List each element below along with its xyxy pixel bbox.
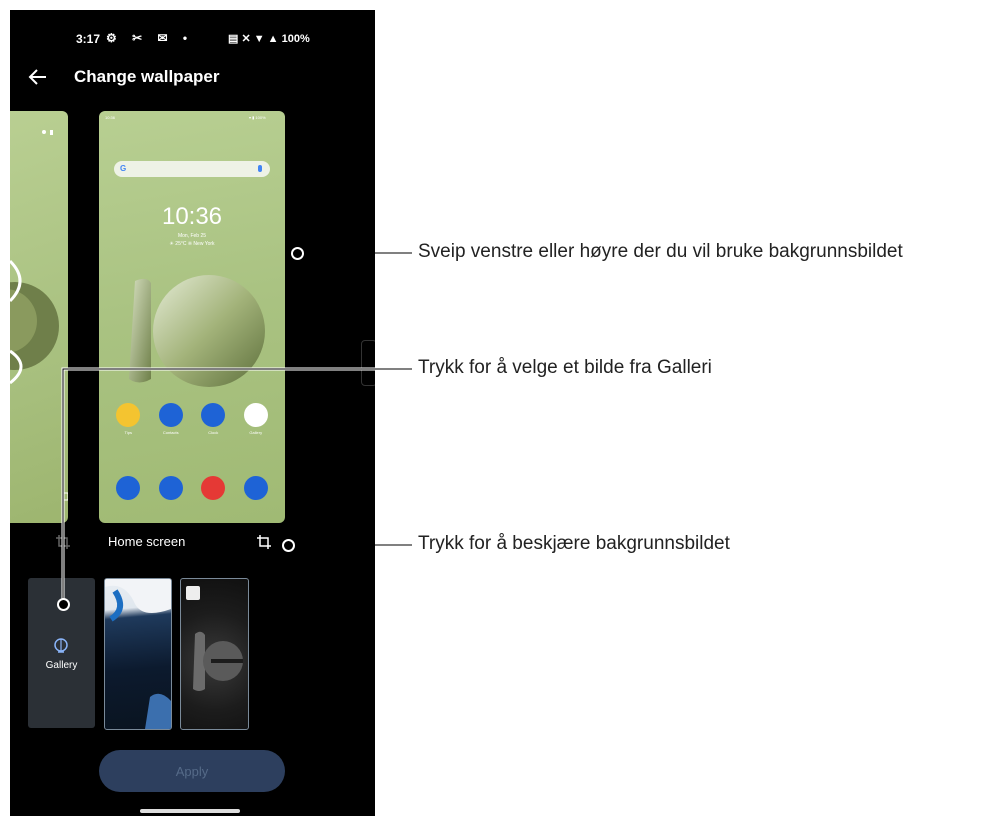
app-clock: Clock <box>197 403 229 435</box>
gallery-icon <box>54 638 68 653</box>
app-label: Gallery <box>249 430 263 435</box>
callout-crop: Trykk for å beskjære bakgrunnsbildet <box>418 533 730 554</box>
phone-screen: 3:17 ⚙ ✂ ✉ • ▤ ✕ ▼ ▲ 100% Change wallpap… <box>10 10 375 816</box>
weather-text: ☀ 25°C ❊ New York <box>169 241 215 247</box>
preview-controls: Home screen <box>10 534 375 554</box>
app-gallery: Gallery <box>240 403 272 435</box>
date-text: Mon, Feb 25 <box>177 233 207 239</box>
gallery-app-icon <box>243 403 268 427</box>
status-time: 3:17 <box>76 32 101 46</box>
app-row-1: Tips Contacts Clock Gallery <box>99 403 285 435</box>
gallery-label: Gallery <box>45 660 78 671</box>
next-card-edge <box>361 340 375 386</box>
system-icons: ▤ ✕ ▼ ▲ 100% <box>228 32 310 45</box>
app-contacts: Contacts <box>155 403 187 435</box>
app-label: Clock <box>208 430 219 435</box>
app-tips: Tips <box>112 403 144 435</box>
files-icon <box>158 476 183 500</box>
back-arrow-icon[interactable] <box>26 65 50 89</box>
wallpaper-art <box>129 275 265 387</box>
callout-dot <box>282 539 295 552</box>
live-wallpaper-icon <box>186 586 200 600</box>
navigation-handle[interactable] <box>140 809 240 813</box>
crop-icon[interactable] <box>256 534 272 550</box>
callout-dot <box>291 247 304 260</box>
status-bar: 3:17 ⚙ ✂ ✉ • ▤ ✕ ▼ ▲ 100% <box>10 30 375 50</box>
mic-icon <box>258 165 262 172</box>
mini-status-time: 10:36 <box>105 115 116 120</box>
clock-icon <box>201 403 226 427</box>
notification-icons: ⚙ ✂ ✉ • <box>106 31 194 45</box>
battery-level: 100% <box>281 33 310 45</box>
app-label: Tips <box>124 430 132 435</box>
callout-dot <box>57 598 70 611</box>
app-row-2 <box>99 476 285 500</box>
thumbnail-art <box>105 579 171 729</box>
mini-status-icons: ▾ ▮ 100% <box>249 115 266 120</box>
wallpaper-thumbnail[interactable] <box>104 578 172 730</box>
asus-app-icon <box>201 476 226 500</box>
callout-gallery: Trykk for å velge et bilde fra Galleri <box>418 357 712 378</box>
lightbulb-icon <box>116 403 141 427</box>
contacts-icon <box>158 403 183 427</box>
preview-label: Home screen <box>108 534 186 549</box>
home-screen-preview[interactable]: 10:36 ▾ ▮ 100% G 10:36 Mon, Feb 25 ☀ 25°… <box>99 111 285 523</box>
app-label: Contacts <box>162 430 179 435</box>
camera-icon <box>243 476 268 500</box>
live-wallpaper-thumbnail[interactable] <box>180 578 249 730</box>
thumbnail-art <box>193 631 243 691</box>
app-bar: Change wallpaper <box>10 65 375 95</box>
callout-swipe: Sveip venstre eller høyre der du vil bru… <box>418 241 903 262</box>
lock-screen-preview[interactable] <box>10 111 68 523</box>
google-icon: G <box>120 164 127 173</box>
clock-widget: 10:36 <box>161 203 223 230</box>
lock-wallpaper-art <box>10 130 68 501</box>
phone-icon <box>116 476 141 500</box>
crop-icon[interactable] <box>55 534 71 550</box>
signal-icons: ▤ ✕ ▼ ▲ <box>228 33 279 45</box>
page-title: Change wallpaper <box>74 67 220 86</box>
search-bar: G <box>114 161 270 177</box>
apply-button[interactable]: Apply <box>99 750 285 792</box>
